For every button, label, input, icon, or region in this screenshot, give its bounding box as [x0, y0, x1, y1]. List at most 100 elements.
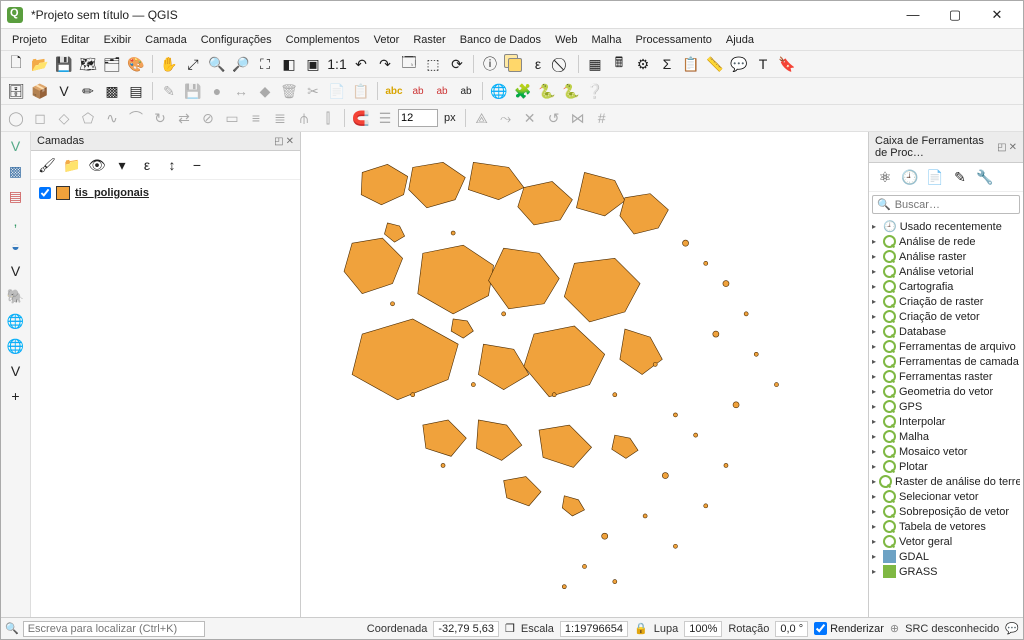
measure-icon[interactable]: 📋 — [680, 53, 702, 75]
cut-features-icon[interactable]: ✂ — [302, 80, 324, 102]
deselect-icon[interactable]: ⃠ — [551, 53, 573, 75]
window-maximize-button[interactable]: ▢ — [935, 3, 975, 27]
topology-icon[interactable]: ⟁ — [471, 107, 493, 129]
adv-digitize-8-icon[interactable]: ⇄ — [173, 107, 195, 129]
layout-manager-icon[interactable]: 🗂 — [101, 53, 123, 75]
pan-selection-icon[interactable]: ⤢ — [182, 53, 204, 75]
snap-grid-icon[interactable]: # — [591, 107, 613, 129]
zoom-full-icon[interactable]: ⛶ — [254, 53, 276, 75]
processing-node[interactable]: ▸Plotar — [872, 459, 1020, 474]
add-raster-layer-icon[interactable]: ▩ — [5, 160, 27, 182]
processing-node[interactable]: ▸Interpolar — [872, 414, 1020, 429]
snap-tolerance-input[interactable] — [398, 109, 438, 127]
trace-icon[interactable]: ⤳ — [495, 107, 517, 129]
processing-node[interactable]: ▸Selecionar vetor — [872, 489, 1020, 504]
messages-icon[interactable]: 💬 — [1005, 622, 1019, 635]
show-bookmarks-icon[interactable]: 🔖 — [776, 53, 798, 75]
label-highlight-icon[interactable]: ab — [407, 80, 429, 102]
processing-node[interactable]: ▸Criação de vetor — [872, 309, 1020, 324]
zoom-layer-icon[interactable]: ▣ — [302, 53, 324, 75]
proc-options-icon[interactable]: 🔧 — [974, 166, 996, 188]
expand-all-icon[interactable]: ↕ — [161, 154, 183, 176]
processing-node[interactable]: ▸Cartografia — [872, 279, 1020, 294]
remove-layer-icon[interactable]: − — [186, 154, 208, 176]
add-feature-icon[interactable]: ● — [206, 80, 228, 102]
python-console2-icon[interactable]: 🐍 — [560, 80, 582, 102]
menu-malha[interactable]: Malha — [584, 32, 628, 48]
menu-banco-de-dados[interactable]: Banco de Dados — [453, 32, 548, 48]
adv-digitize-10-icon[interactable]: ▭ — [221, 107, 243, 129]
add-virtual-icon[interactable]: V — [5, 260, 27, 282]
proc-results-icon[interactable]: 📄 — [924, 166, 946, 188]
data-source-manager-icon[interactable]: 🗄 — [5, 80, 27, 102]
add-wfs-icon[interactable]: V — [5, 360, 27, 382]
add-vector-layer-icon[interactable]: V — [5, 135, 27, 157]
processing-search-input[interactable] — [895, 199, 1015, 211]
python-console-icon[interactable]: 🐍 — [536, 80, 558, 102]
layer-styling-icon[interactable]: 🖌 — [36, 154, 58, 176]
new-layout-icon[interactable]: 🗺 — [77, 53, 99, 75]
processing-node[interactable]: ▸Ferramentas de arquivo — [872, 339, 1020, 354]
proc-edit-icon[interactable]: ✎ — [949, 166, 971, 188]
map-tips-icon[interactable]: 💬 — [728, 53, 750, 75]
zoom-selection-icon[interactable]: ◧ — [278, 53, 300, 75]
processing-node[interactable]: ▸Geometria do vetor — [872, 384, 1020, 399]
select-by-expression-icon[interactable]: ε — [527, 53, 549, 75]
add-delimited-layer-icon[interactable]: , — [5, 210, 27, 232]
menu-configuracoes[interactable]: Configurações — [194, 32, 279, 48]
menu-ajuda[interactable]: Ajuda — [719, 32, 761, 48]
processing-node[interactable]: ▸Raster de análise do terreno — [872, 474, 1020, 489]
adv-digitize-2-icon[interactable]: ◻ — [29, 107, 51, 129]
adv-digitize-7-icon[interactable]: ↻ — [149, 107, 171, 129]
panel-close-icon[interactable]: ✕ — [286, 136, 294, 147]
proc-panel-undock-icon[interactable]: ◰ — [997, 142, 1006, 153]
rot-value[interactable]: 0,0 ° — [775, 621, 808, 637]
new-map-view-icon[interactable]: 🗔 — [398, 53, 420, 75]
refresh-icon[interactable]: ⟳ — [446, 53, 468, 75]
label-pin-icon[interactable]: ab — [431, 80, 453, 102]
copy-features-icon[interactable]: 📄 — [326, 80, 348, 102]
processing-node[interactable]: ▸Database — [872, 324, 1020, 339]
render-checkbox[interactable] — [814, 622, 827, 635]
label-abc-icon[interactable]: abc — [383, 80, 405, 102]
save-project-icon[interactable]: 💾 — [53, 53, 75, 75]
adv-digitize-4-icon[interactable]: ⬠ — [77, 107, 99, 129]
zoom-in-icon[interactable]: 🔍 — [206, 53, 228, 75]
label-move-icon[interactable]: ab — [455, 80, 477, 102]
processing-node[interactable]: ▸Ferramentas de camada — [872, 354, 1020, 369]
snap-intersection-icon[interactable]: ⋈ — [567, 107, 589, 129]
render-toggle[interactable]: Renderizar — [814, 622, 884, 635]
add-spatialite-icon[interactable]: ◒ — [5, 235, 27, 257]
menu-complementos[interactable]: Complementos — [279, 32, 367, 48]
metasearch-icon[interactable]: 🌐 — [488, 80, 510, 102]
add-vector-icon[interactable]: V — [53, 80, 75, 102]
processing-node[interactable]: ▸Análise raster — [872, 249, 1020, 264]
snap-config-icon[interactable]: ☰ — [374, 107, 396, 129]
edit-icon[interactable]: ✏ — [77, 80, 99, 102]
add-raster-icon[interactable]: ▩ — [101, 80, 123, 102]
processing-node[interactable]: ▸GDAL — [872, 549, 1020, 564]
manage-visibility-icon[interactable]: 👁 — [86, 154, 108, 176]
coord-value[interactable]: -32,79 5,63 — [433, 621, 499, 637]
menu-web[interactable]: Web — [548, 32, 584, 48]
map-canvas[interactable] — [301, 132, 868, 617]
crs-icon[interactable]: ⊕ — [890, 622, 899, 635]
processing-node[interactable]: ▸🕘Usado recentemente — [872, 219, 1020, 234]
plugin-manager-icon[interactable]: 🧩 — [512, 80, 534, 102]
identify-icon[interactable]: ⓘ — [479, 53, 501, 75]
extents-icon[interactable]: ❐ — [505, 622, 515, 635]
processing-search[interactable]: 🔍 — [872, 195, 1020, 214]
zoom-native-icon[interactable]: 1:1 — [326, 53, 348, 75]
add-wcs-icon[interactable]: 🌐 — [5, 335, 27, 357]
statistical-summary-icon[interactable]: Σ — [656, 53, 678, 75]
open-attribute-table-icon[interactable]: ▦ — [584, 53, 606, 75]
processing-node[interactable]: ▸GRASS — [872, 564, 1020, 579]
adv-digitize-9-icon[interactable]: ⊘ — [197, 107, 219, 129]
zoom-last-icon[interactable]: ↶ — [350, 53, 372, 75]
add-group-icon[interactable]: 📁 — [61, 154, 83, 176]
pan-icon[interactable]: ✋ — [158, 53, 180, 75]
proc-history-icon[interactable]: 🕘 — [899, 166, 921, 188]
menu-raster[interactable]: Raster — [406, 32, 452, 48]
scale-lock-icon[interactable]: 🔒 — [634, 622, 648, 635]
adv-digitize-13-icon[interactable]: ⫛ — [293, 107, 315, 129]
